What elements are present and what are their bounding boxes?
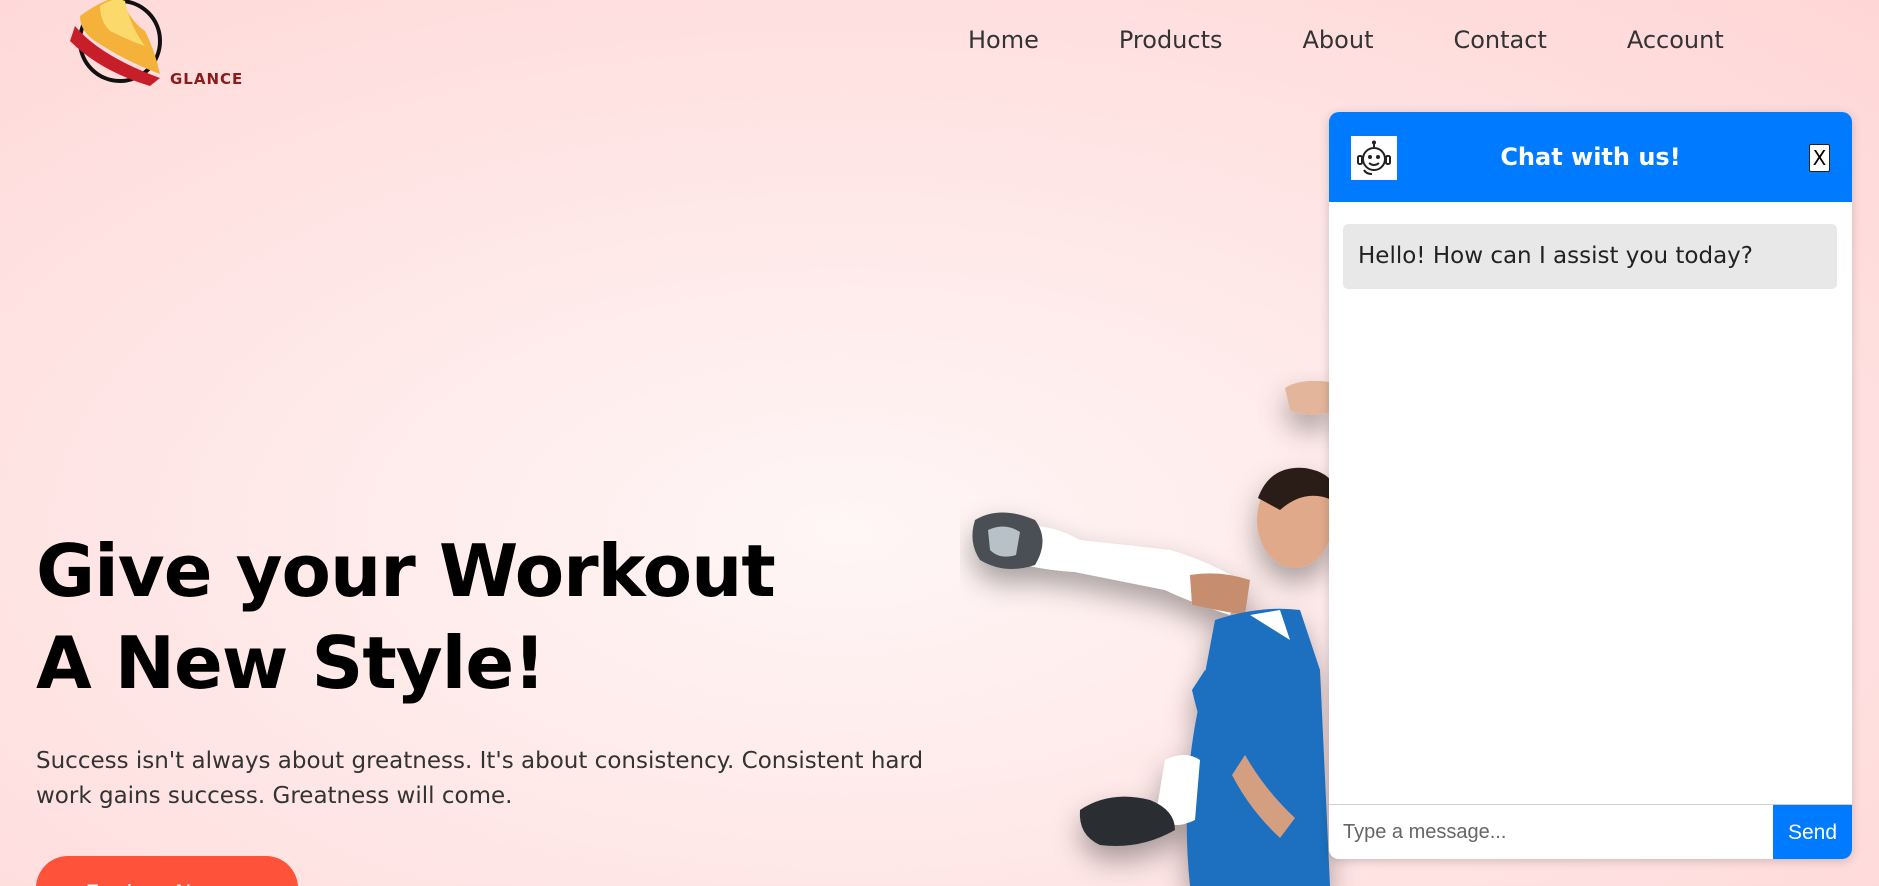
chat-messages: Hello! How can I assist you today? [1329, 202, 1852, 804]
chat-message-input[interactable] [1329, 805, 1773, 859]
nav-item-account[interactable]: Account [1627, 26, 1724, 54]
chat-message-bot: Hello! How can I assist you today? [1343, 224, 1837, 289]
nav-item-about[interactable]: About [1303, 26, 1374, 54]
robot-icon [1357, 140, 1391, 175]
flame-shoe-logo-icon [70, 0, 162, 86]
chat-widget: Chat with us! X Hello! How can I assist … [1329, 112, 1852, 859]
brand-name: GLANCE [170, 70, 244, 88]
nav-item-home[interactable]: Home [968, 26, 1039, 54]
chat-close-button[interactable]: X [1809, 144, 1830, 172]
chat-header: Chat with us! X [1329, 112, 1852, 202]
explore-now-button[interactable]: Explore Now → [36, 856, 298, 886]
hero-title-line1: Give your Workout [36, 529, 776, 613]
chat-avatar [1351, 136, 1397, 180]
hero-title-line2: A New Style! [36, 621, 546, 705]
chat-title: Chat with us! [1500, 143, 1681, 171]
chat-footer: Send [1329, 804, 1852, 859]
main-nav: Home Products About Contact Account [968, 26, 1724, 54]
nav-item-products[interactable]: Products [1119, 26, 1223, 54]
hero-subtitle: Success isn't always about greatness. It… [36, 748, 924, 809]
send-button[interactable]: Send [1773, 805, 1852, 859]
hero-title: Give your Workout A New Style! [36, 525, 776, 709]
brand-logo[interactable]: GLANCE [70, 0, 250, 92]
nav-item-contact[interactable]: Contact [1453, 26, 1546, 54]
athlete-image [972, 380, 1335, 886]
